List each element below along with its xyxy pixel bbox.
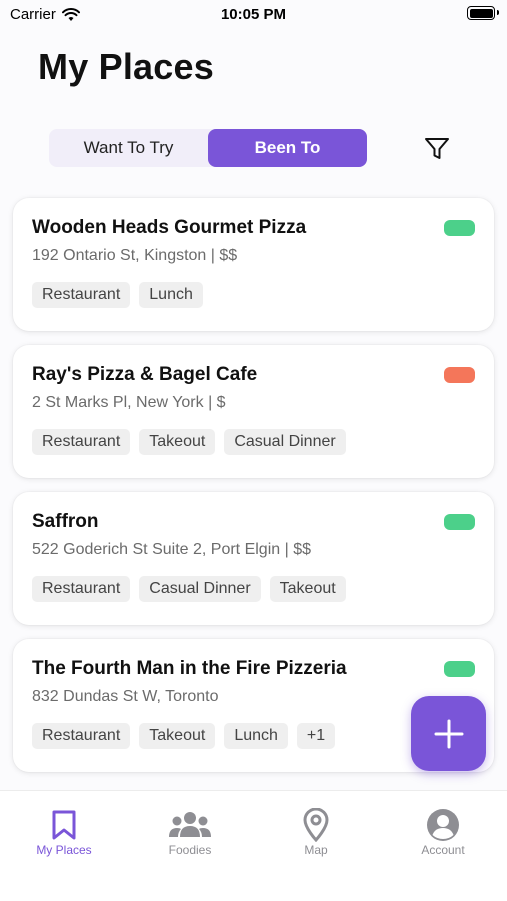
add-place-button[interactable] bbox=[411, 696, 486, 771]
tag: Restaurant bbox=[32, 282, 131, 308]
tag-list: Restaurant Lunch bbox=[32, 282, 203, 308]
place-name: Wooden Heads Gourmet Pizza bbox=[32, 217, 307, 238]
status-indicator bbox=[444, 514, 475, 530]
tab-label: My Places bbox=[36, 843, 92, 857]
place-card[interactable]: Ray's Pizza & Bagel Cafe 2 St Marks Pl, … bbox=[13, 345, 494, 478]
tab-account[interactable]: Account bbox=[393, 809, 493, 857]
place-name: The Fourth Man in the Fire Pizzeria bbox=[32, 658, 347, 679]
filter-icon bbox=[425, 138, 449, 159]
status-bar: Carrier 10:05 PM bbox=[0, 0, 507, 30]
tag: Casual Dinner bbox=[139, 576, 261, 602]
tag: Restaurant bbox=[32, 723, 131, 749]
tag: Takeout bbox=[139, 723, 216, 749]
place-address: 2 St Marks Pl, New York | $ bbox=[32, 394, 226, 411]
people-icon bbox=[169, 812, 211, 837]
place-name: Ray's Pizza & Bagel Cafe bbox=[32, 364, 258, 385]
status-indicator bbox=[444, 661, 475, 677]
tab-map[interactable]: Map bbox=[266, 808, 366, 857]
tag: Casual Dinner bbox=[224, 429, 346, 455]
battery-icon bbox=[467, 6, 499, 20]
place-card[interactable]: Saffron 522 Goderich St Suite 2, Port El… bbox=[13, 492, 494, 625]
status-indicator bbox=[444, 220, 475, 236]
segment-been-to[interactable]: Been To bbox=[208, 129, 367, 167]
place-address: 522 Goderich St Suite 2, Port Elgin | $$ bbox=[32, 541, 311, 558]
tab-bar: My Places Foodies Map Account bbox=[0, 790, 507, 901]
status-indicator bbox=[444, 367, 475, 383]
page-title: My Places bbox=[38, 46, 214, 87]
filter-button[interactable] bbox=[423, 136, 451, 162]
plus-icon bbox=[434, 719, 463, 748]
tag: Restaurant bbox=[32, 429, 131, 455]
place-address: 832 Dundas St W, Toronto bbox=[32, 688, 219, 705]
bookmark-icon bbox=[52, 810, 76, 840]
place-card[interactable]: Wooden Heads Gourmet Pizza 192 Ontario S… bbox=[13, 198, 494, 331]
tag-list: Restaurant Casual Dinner Takeout bbox=[32, 576, 346, 602]
tab-foodies[interactable]: Foodies bbox=[140, 809, 240, 857]
tag: Takeout bbox=[269, 576, 346, 602]
tag: Restaurant bbox=[32, 576, 131, 602]
tag-list: Restaurant Takeout Casual Dinner bbox=[32, 429, 346, 455]
tab-my-places[interactable]: My Places bbox=[14, 809, 114, 857]
tab-label: Map bbox=[304, 843, 328, 857]
place-name: Saffron bbox=[32, 511, 99, 532]
status-time: 10:05 PM bbox=[220, 6, 287, 23]
tag-list: Restaurant Takeout Lunch +1 bbox=[32, 723, 336, 749]
tab-label: Account bbox=[421, 843, 465, 857]
tag: Takeout bbox=[139, 429, 216, 455]
tag-more-count[interactable]: +1 bbox=[296, 723, 336, 749]
tab-label: Foodies bbox=[168, 843, 212, 857]
account-icon bbox=[427, 809, 459, 841]
tag: Lunch bbox=[224, 723, 288, 749]
segment-want-to-try[interactable]: Want To Try bbox=[49, 129, 208, 167]
map-pin-icon bbox=[303, 808, 329, 842]
tag: Lunch bbox=[139, 282, 203, 308]
segmented-control: Want To Try Been To bbox=[49, 129, 367, 167]
place-address: 192 Ontario St, Kingston | $$ bbox=[32, 247, 238, 264]
